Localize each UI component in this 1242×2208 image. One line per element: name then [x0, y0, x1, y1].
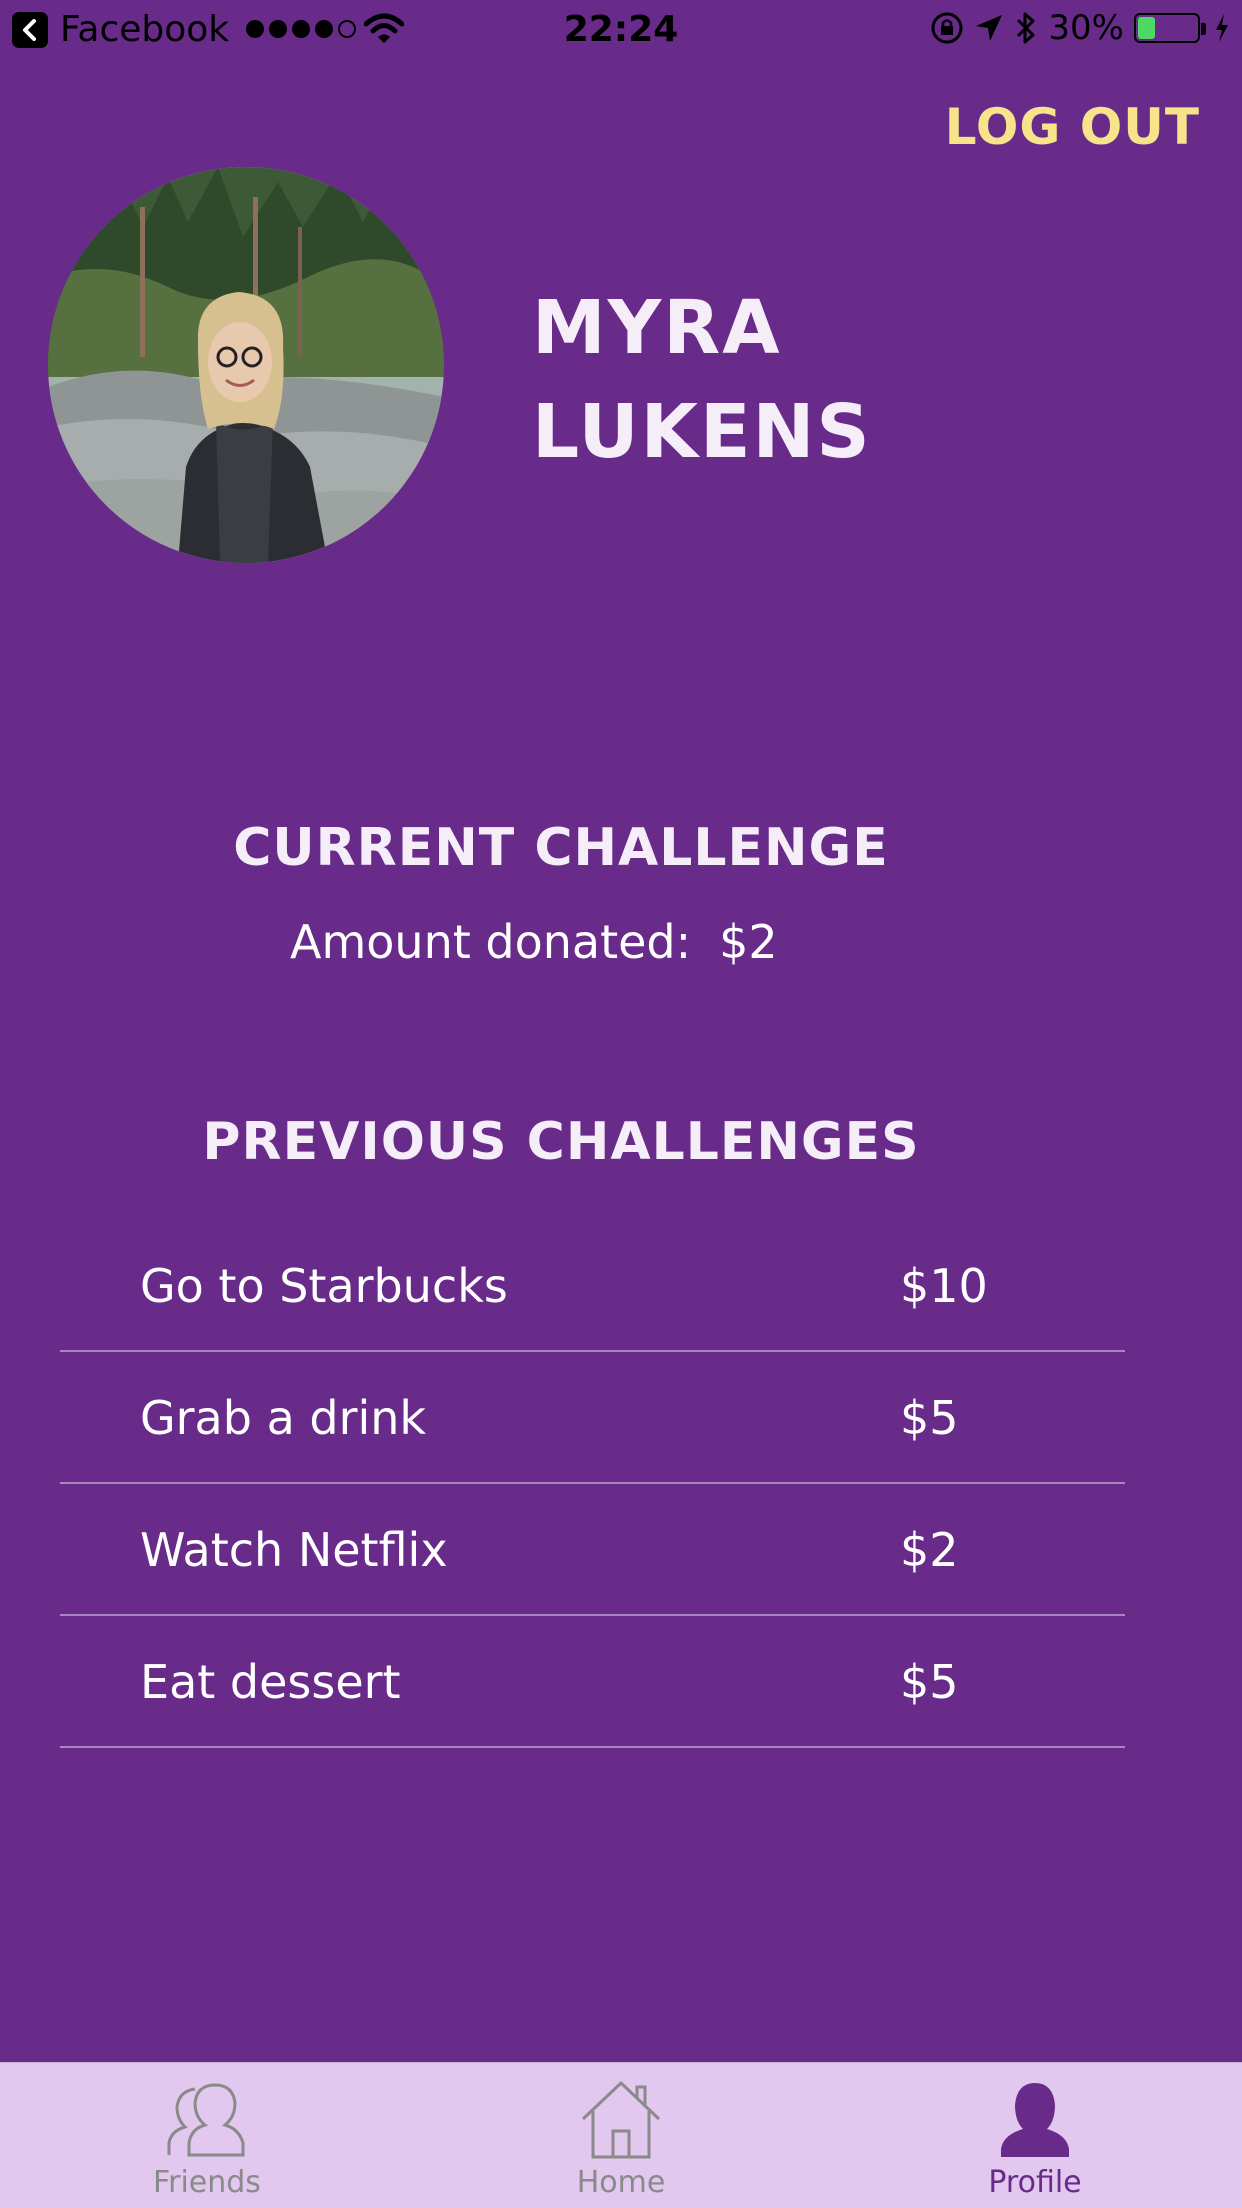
challenge-row[interactable]: Grab a drink $5 — [60, 1352, 1125, 1484]
profile-last-name: LUKENS — [532, 389, 872, 475]
challenge-name: Eat dessert — [140, 1655, 401, 1709]
challenge-row[interactable]: Watch Netflix $2 — [60, 1484, 1125, 1616]
tab-label: Home — [576, 2165, 666, 2200]
bluetooth-icon — [1017, 12, 1035, 44]
challenge-amount: $2 — [900, 1523, 959, 1577]
friends-icon — [167, 2083, 245, 2157]
amount-donated-row: Amount donated: $2 — [290, 912, 778, 972]
tab-friends[interactable]: Friends — [0, 2063, 414, 2208]
tab-label: Friends — [153, 2165, 261, 2200]
amount-donated-value: $2 — [719, 915, 778, 969]
amount-donated-label: Amount donated: — [290, 915, 692, 969]
profile-first-name: MYRA — [532, 285, 782, 371]
status-bar: Facebook 22:24 30% — [0, 0, 1242, 60]
battery-percent: 30% — [1048, 8, 1124, 48]
profile-icon — [1001, 2083, 1069, 2157]
profile-name: MYRA LUKENS — [532, 276, 1092, 484]
challenge-name: Watch Netflix — [140, 1523, 448, 1577]
challenge-name: Grab a drink — [140, 1391, 427, 1445]
profile-screen: Facebook 22:24 30% LOG OUT MYRA LUKENS C… — [0, 0, 1242, 2208]
current-challenge-title: CURRENT CHALLENGE — [233, 818, 889, 878]
challenge-amount: $5 — [900, 1391, 959, 1445]
home-icon — [581, 2081, 661, 2159]
battery-level-fill — [1138, 17, 1155, 39]
tab-label: Profile — [988, 2165, 1082, 2200]
charging-bolt-icon — [1216, 14, 1228, 42]
orientation-lock-icon — [931, 12, 963, 44]
challenge-amount: $10 — [900, 1259, 988, 1313]
tab-home[interactable]: Home — [414, 2063, 828, 2208]
challenge-row[interactable]: Eat dessert $5 — [60, 1616, 1125, 1748]
previous-challenges-list: Go to Starbucks $10 Grab a drink $5 Watc… — [60, 1220, 1125, 1748]
challenge-amount: $5 — [900, 1655, 959, 1709]
tab-profile[interactable]: Profile — [828, 2063, 1242, 2208]
previous-challenges-title: PREVIOUS CHALLENGES — [202, 1112, 920, 1172]
profile-avatar — [48, 167, 444, 563]
challenge-row[interactable]: Go to Starbucks $10 — [60, 1220, 1125, 1352]
location-arrow-icon — [976, 15, 1003, 41]
battery-icon — [1134, 13, 1206, 43]
logout-button[interactable]: LOG OUT — [900, 98, 1200, 156]
status-right-group: 30% — [930, 8, 1230, 48]
tab-bar: Friends Home Profile — [0, 2062, 1242, 2208]
challenge-name: Go to Starbucks — [140, 1259, 508, 1313]
